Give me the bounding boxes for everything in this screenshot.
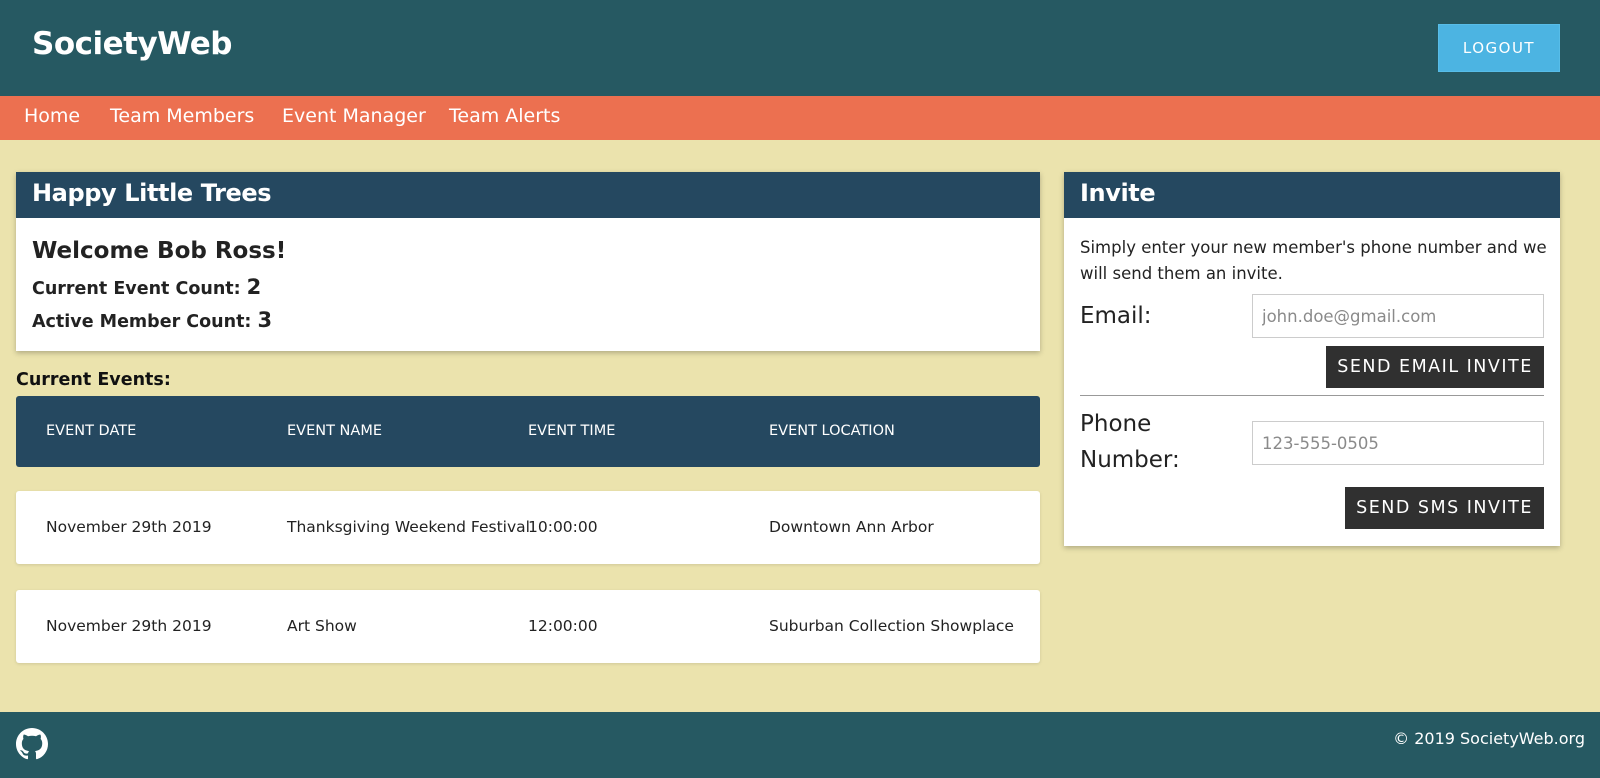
top-header: SocietyWeb LOGOUT xyxy=(0,0,1600,96)
email-input[interactable] xyxy=(1252,294,1544,338)
send-email-invite-button[interactable]: SEND EMAIL INVITE xyxy=(1326,346,1544,388)
page-footer: © 2019 SocietyWeb.org xyxy=(0,712,1600,778)
nav-item-event-manager[interactable]: Event Manager xyxy=(282,105,426,127)
app-title: SocietyWeb xyxy=(32,26,232,62)
send-sms-invite-button[interactable]: SEND SMS INVITE xyxy=(1345,487,1544,529)
column-header-event-time: EVENT TIME xyxy=(528,423,616,439)
column-header-event-date: EVENT DATE xyxy=(46,423,137,439)
invite-divider xyxy=(1080,395,1544,396)
nav-item-home[interactable]: Home xyxy=(24,105,80,127)
logout-button[interactable]: LOGOUT xyxy=(1438,24,1560,72)
member-count-value: 3 xyxy=(257,308,273,332)
event-location: Downtown Ann Arbor xyxy=(769,518,934,536)
current-events-title: Current Events: xyxy=(16,370,171,390)
event-count-row: Current Event Count: 2 xyxy=(32,275,261,299)
copyright-text: © 2019 SocietyWeb.org xyxy=(1393,729,1585,748)
phone-label: Phone Number: xyxy=(1080,411,1180,473)
column-header-event-name: EVENT NAME xyxy=(287,423,382,439)
main-nav: Home Team Members Event Manager Team Ale… xyxy=(0,96,1600,140)
event-time: 12:00:00 xyxy=(528,617,598,635)
github-icon[interactable] xyxy=(16,728,48,760)
event-date: November 29th 2019 xyxy=(46,518,212,536)
society-name: Happy Little Trees xyxy=(16,172,1040,218)
event-count-label: Current Event Count: xyxy=(32,279,241,299)
event-count-value: 2 xyxy=(246,275,262,299)
invite-description: Simply enter your new member's phone num… xyxy=(1080,238,1547,283)
event-row[interactable]: November 29th 2019 Art Show 12:00:00 Sub… xyxy=(16,590,1040,663)
event-row[interactable]: November 29th 2019 Thanksgiving Weekend … xyxy=(16,491,1040,564)
invite-title: Invite xyxy=(1064,172,1560,218)
column-header-event-location: EVENT LOCATION xyxy=(769,423,895,439)
member-count-row: Active Member Count: 3 xyxy=(32,308,272,332)
welcome-message: Welcome Bob Ross! xyxy=(32,238,287,264)
society-summary-card: Happy Little Trees Welcome Bob Ross! Cur… xyxy=(16,172,1040,351)
event-date: November 29th 2019 xyxy=(46,617,212,635)
events-table-header: EVENT DATE EVENT NAME EVENT TIME EVENT L… xyxy=(16,396,1040,467)
event-location: Suburban Collection Showplace xyxy=(769,617,1014,635)
event-name: Thanksgiving Weekend Festival xyxy=(287,518,530,536)
member-count-label: Active Member Count: xyxy=(32,312,252,332)
nav-item-team-alerts[interactable]: Team Alerts xyxy=(449,105,560,127)
nav-item-team-members[interactable]: Team Members xyxy=(110,105,254,127)
event-name: Art Show xyxy=(287,617,357,635)
email-label: Email: xyxy=(1080,303,1152,329)
phone-input[interactable] xyxy=(1252,421,1544,465)
invite-card: Invite Simply enter your new member's ph… xyxy=(1064,172,1560,546)
event-time: 10:00:00 xyxy=(528,518,598,536)
